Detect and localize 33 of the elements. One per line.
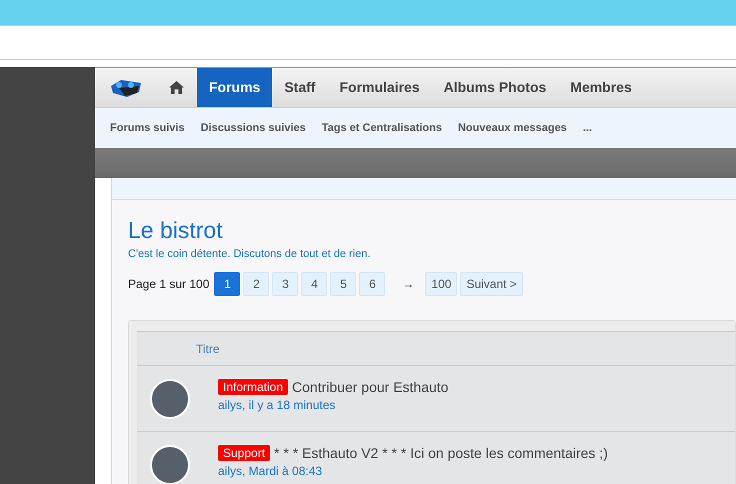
forum-description: C'est le coin détente. Discutons de tout et de rien. <box>128 248 372 260</box>
page-label: Page 1 sur 100 <box>128 277 210 291</box>
subnav-link[interactable]: Nouveaux messages <box>458 122 567 134</box>
skip-arrow: → <box>402 277 414 291</box>
home-icon[interactable] <box>169 81 184 94</box>
nav-tab[interactable]: Staff <box>272 68 328 107</box>
thread-meta[interactable]: ailys, il y a 18 minutes <box>218 398 448 412</box>
thread-title[interactable]: Contribuer pour Esthauto <box>292 379 448 395</box>
thread-meta[interactable]: ailys, Mardi à 08:43 <box>218 464 608 478</box>
page-link[interactable]: 100 <box>425 272 458 296</box>
page-link[interactable]: 6 <box>359 272 386 296</box>
logo-icon[interactable] <box>109 78 143 98</box>
subnav-link[interactable]: ... <box>582 122 592 134</box>
avatar[interactable] <box>150 445 190 484</box>
avatar[interactable] <box>150 379 190 419</box>
thread-title[interactable]: * * * Esthauto V2 * * * Ici on poste les commentaires ;) <box>274 445 608 461</box>
page-link[interactable]: 5 <box>330 272 356 296</box>
forum-title: Le bistrot <box>128 217 224 244</box>
page-link[interactable]: 3 <box>272 272 298 296</box>
subnav-link[interactable]: Tags et Centralisations <box>322 122 442 134</box>
column-header[interactable]: Titre <box>196 342 220 356</box>
subnav-link[interactable]: Discussions suivies <box>200 122 306 134</box>
nav-tab[interactable]: Membres <box>558 68 644 107</box>
next-link[interactable]: Suivant > <box>460 272 523 296</box>
nav-tab[interactable]: Albums Photos <box>432 68 558 107</box>
page-link[interactable]: 4 <box>301 272 328 296</box>
thread-prefix-tag: Support <box>218 445 270 461</box>
subnav-link[interactable]: Forums suivis <box>110 122 185 134</box>
page-link[interactable]: 2 <box>243 272 270 296</box>
page-link[interactable]: 1 <box>214 272 240 296</box>
nav-tab[interactable]: Formulaires <box>327 68 432 107</box>
thread-prefix-tag: Information <box>218 379 288 395</box>
nav-tab[interactable]: Forums <box>197 68 272 107</box>
